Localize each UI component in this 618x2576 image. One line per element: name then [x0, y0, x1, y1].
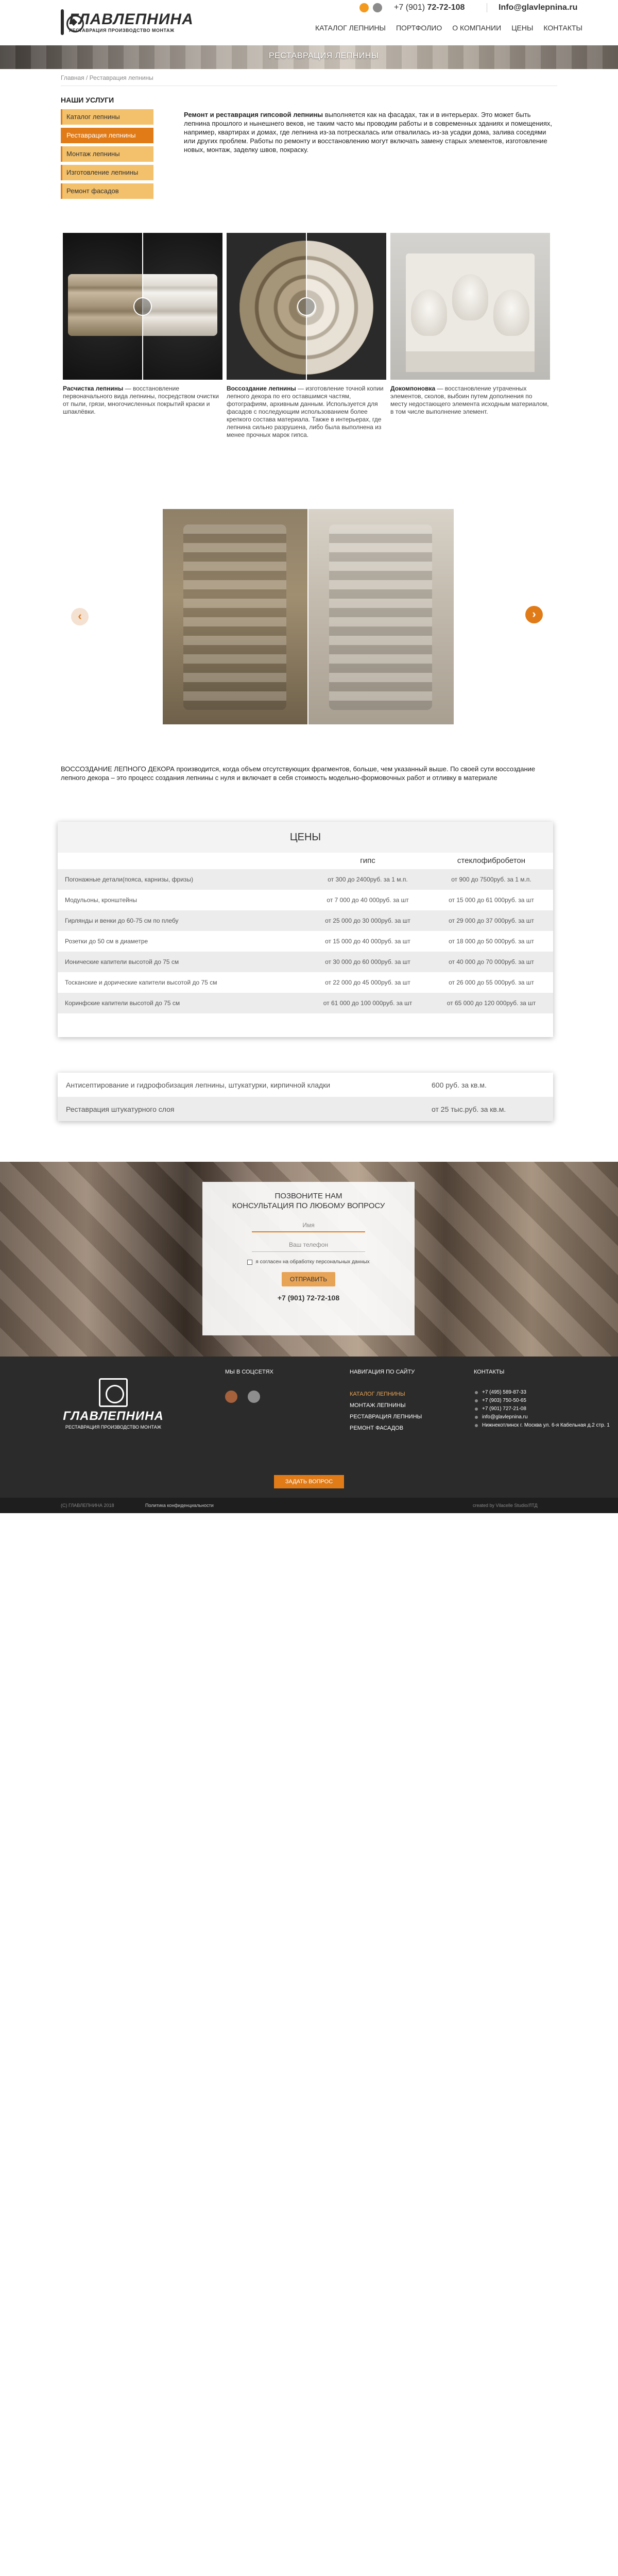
nav-portfolio[interactable]: ПОРТФОЛИО — [396, 24, 442, 32]
nav-prices[interactable]: ЦЕНЫ — [511, 24, 533, 32]
footer-nav-item[interactable]: РЕСТАВРАЦИЯ ЛЕПНИНЫ — [350, 1411, 422, 1422]
footer-social — [225, 1391, 260, 1403]
service-description: Расчистка лепнины — восстановление перво… — [63, 385, 219, 415]
checkbox-icon[interactable] — [247, 1259, 253, 1265]
gallery-prev-icon[interactable]: ‹ — [71, 608, 89, 625]
submit-button[interactable]: ОТПРАВИТЬ — [282, 1272, 335, 1286]
contact-phone[interactable]: +7 (495) 589-87-33 — [474, 1388, 610, 1397]
table-row: Коринфские капители высотой до 75 см от … — [58, 993, 553, 1013]
footer-contacts: +7 (495) 589-87-33 +7 (903) 750-50-65 +7… — [474, 1388, 610, 1430]
recreation-text: ВОССОЗДАНИЕ ЛЕПНОГО ДЕКОРА производится,… — [61, 765, 536, 782]
footer-logo[interactable]: ГЛАВЛЕПНИНА РЕСТАВРАЦИЯ ПРОИЗВОДСТВО МОН… — [62, 1378, 165, 1430]
page-title: РЕСТАВРАЦИЯ ЛЕПНИНЫ — [269, 52, 379, 60]
footer-nav-item[interactable]: КАТАЛОГ ЛЕПНИНЫ — [350, 1388, 422, 1400]
table-row: Гирлянды и венки до 60-75 см по плебу от… — [58, 910, 553, 931]
price-table-header: гипс стеклофибробетон — [58, 853, 553, 869]
sidebar-item-restoration[interactable]: Реставрация лепнины — [61, 128, 153, 143]
capital-image — [390, 233, 550, 380]
sidebar-item-facades[interactable]: Ремонт фасадов — [61, 183, 153, 199]
table-row: Тосканские и дорические капители высотой… — [65, 979, 534, 986]
header-email[interactable]: Info@glavlepnina.ru — [487, 3, 577, 12]
service-card: Воссоздание лепнины — изготовление точно… — [227, 233, 386, 439]
header-social — [359, 3, 382, 12]
service-cards: Расчистка лепнины — восстановление перво… — [63, 233, 552, 438]
callback-section: ПОЗВОНИТЕ НАМ КОНСУЛЬТАЦИЯ ПО ЛЮБОМУ ВОП… — [0, 1162, 618, 1357]
site-footer: ГЛАВЛЕПНИНА РЕСТАВРАЦИЯ ПРОИЗВОДСТВО МОН… — [0, 1357, 618, 1513]
site-logo[interactable]: ГЛАВЛЕПНИНА РЕСТАВРАЦИЯ ПРОИЗВОДСТВО МОН… — [61, 7, 193, 37]
compare-slider-handle[interactable] — [297, 297, 316, 316]
footer-nav-item[interactable]: РЕМОНТ ФАСАДОВ — [350, 1422, 422, 1434]
callback-form: ПОЗВОНИТЕ НАМ КОНСУЛЬТАЦИЯ ПО ЛЮБОМУ ВОП… — [202, 1182, 415, 1335]
logo-icon — [99, 1378, 128, 1407]
nav-catalog[interactable]: КАТАЛОГ ЛЕПНИНЫ — [315, 24, 386, 32]
price-table: ЦЕНЫ гипс стеклофибробетон Погонажные де… — [58, 822, 553, 1037]
developer-credit[interactable]: created by Vilacelle Studio/ЛТД — [473, 1503, 538, 1508]
table-row: Модульоны, кронштейны от 7 000 до 40 000… — [65, 896, 534, 904]
phone-input[interactable]: Ваш телефон — [252, 1238, 365, 1252]
logo-name: ГЛАВЛЕПНИНА — [69, 11, 194, 28]
ask-question-button[interactable]: ЗАДАТЬ ВОПРОС — [274, 1475, 344, 1488]
contact-phone[interactable]: +7 (903) 750-50-65 — [474, 1397, 610, 1405]
intro-text: Ремонт и реставрация гипсовой лепнины вы… — [184, 111, 552, 154]
social-title: МЫ В СОЦСЕТЯХ — [225, 1369, 273, 1375]
breadcrumb[interactable]: Главная / Реставрация лепнины — [61, 74, 153, 81]
services-sidebar: НАШИ УСЛУГИ Каталог лепнины Реставрация … — [61, 96, 153, 202]
footer-nav-title: НАВИГАЦИЯ ПО САЙТУ — [350, 1369, 415, 1375]
form-title: ПОЗВОНИТЕ НАМ КОНСУЛЬТАЦИЯ ПО ЛЮБОМУ ВОП… — [232, 1192, 385, 1210]
site-header: ГЛАВЛЕПНИНА РЕСТАВРАЦИЯ ПРОИЗВОДСТВО МОН… — [0, 0, 618, 45]
logo-icon — [61, 9, 84, 35]
table-row: Антисептирование и гидрофобизация лепнин… — [66, 1080, 487, 1089]
logo-tagline: РЕСТАВРАЦИЯ ПРОИЗВОДСТВО МОНТАЖ — [69, 28, 175, 33]
instagram-icon[interactable] — [373, 3, 382, 12]
service-description: Воссоздание лепнины — изготовление точно… — [227, 385, 384, 438]
header-phone[interactable]: +7 (901) 72-72-108 — [394, 3, 465, 12]
table-row: Погонажные детали(пояса, карнизы, фризы)… — [58, 869, 553, 890]
footer-nav: КАТАЛОГ ЛЕПНИНЫ МОНТАЖ ЛЕПНИНЫ РЕСТАВРАЦ… — [350, 1388, 422, 1434]
facebook-icon[interactable] — [248, 1391, 260, 1403]
price-rows: Погонажные детали(пояса, карнизы, фризы)… — [58, 869, 553, 1013]
table-row: Розетки до 50 см в диаметре от 15 000 до… — [65, 938, 534, 945]
price-table-title: ЦЕНЫ — [58, 822, 553, 853]
odnoklassniki-icon[interactable] — [359, 3, 369, 12]
footer-nav-item[interactable]: МОНТАЖ ЛЕПНИНЫ — [350, 1400, 422, 1411]
compare-slider-handle[interactable] — [133, 297, 152, 316]
table-row: Ионические капители высотой до 75 см от … — [58, 952, 553, 972]
gallery-photo-before — [163, 509, 308, 724]
contact-phone[interactable]: +7 (901) 727-21-08 — [474, 1405, 610, 1413]
service-description: Докомпоновка — восстановление утраченных… — [390, 385, 549, 415]
copyright: (С) ГЛАВЛЕПНИНА 2018 — [61, 1503, 114, 1508]
contact-email[interactable]: info@glavlepnina.ru — [474, 1413, 610, 1421]
before-after-image[interactable] — [227, 233, 386, 380]
page-banner: РЕСТАВРАЦИЯ ЛЕПНИНЫ — [0, 45, 618, 69]
contacts-title: КОНТАКТЫ — [474, 1369, 505, 1375]
sidebar-item-installation[interactable]: Монтаж лепнины — [61, 146, 153, 162]
sidebar-title: НАШИ УСЛУГИ — [61, 96, 114, 104]
column-header: стеклофибробетон — [457, 856, 526, 865]
before-after-image[interactable] — [63, 233, 222, 380]
privacy-link[interactable]: Политика конфиденциальности — [145, 1503, 214, 1508]
name-input[interactable]: Имя — [252, 1218, 365, 1232]
callback-phone[interactable]: +7 (901) 72-72-108 — [202, 1294, 415, 1302]
sub-footer: (С) ГЛАВЛЕПНИНА 2018 Политика конфиденци… — [0, 1498, 618, 1513]
service-card: Расчистка лепнины — восстановление перво… — [63, 233, 222, 416]
odnoklassniki-icon[interactable] — [225, 1391, 237, 1403]
nav-contacts[interactable]: КОНТАКТЫ — [543, 24, 582, 32]
nav-about[interactable]: О КОМПАНИИ — [452, 24, 501, 32]
service-card: Докомпоновка — восстановление утраченных… — [390, 233, 550, 416]
gallery-photo-after — [308, 509, 454, 724]
extra-price-table: Антисептирование и гидрофобизация лепнин… — [58, 1073, 553, 1121]
restoration-gallery — [163, 509, 454, 724]
sidebar-item-manufacturing[interactable]: Изготовление лепнины — [61, 165, 153, 180]
sidebar-item-catalog[interactable]: Каталог лепнины — [61, 109, 153, 125]
main-nav: КАТАЛОГ ЛЕПНИНЫ ПОРТФОЛИО О КОМПАНИИ ЦЕН… — [315, 24, 582, 32]
column-header: гипс — [360, 856, 375, 865]
consent-checkbox[interactable]: я согласен на обработку персональных дан… — [202, 1259, 415, 1265]
table-row: Реставрация штукатурного слоя от 25 тыс.… — [58, 1097, 553, 1121]
contact-address: Нижнекотлинск г. Москва ул. 6-я Кабельна… — [474, 1421, 610, 1430]
gallery-next-icon[interactable]: › — [525, 606, 543, 623]
